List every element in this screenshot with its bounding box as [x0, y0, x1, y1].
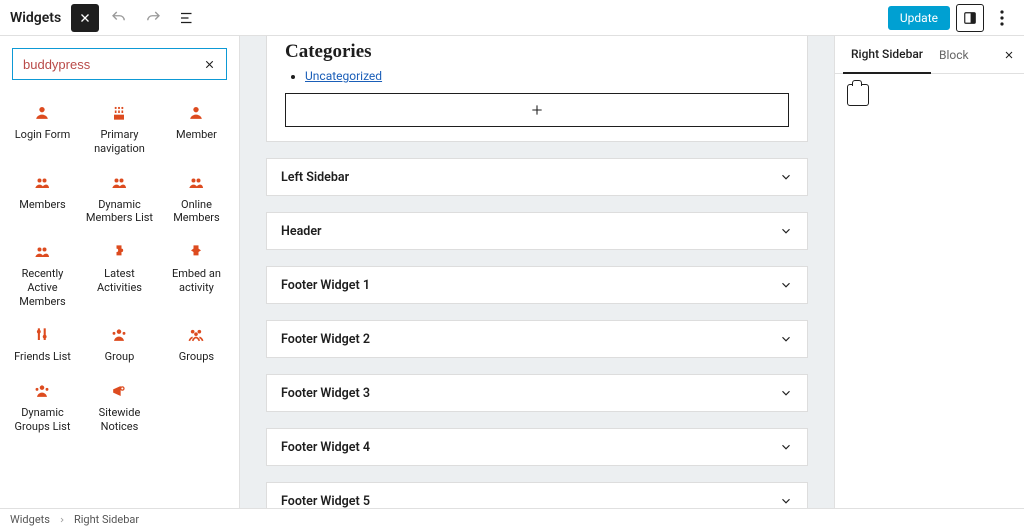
- cake-icon: [108, 102, 130, 124]
- block-option-group[interactable]: Group: [81, 316, 158, 372]
- block-option-label: Latest Activities: [83, 267, 156, 295]
- block-option-label: Member: [176, 128, 217, 142]
- widget-area-footer-widget-1[interactable]: Footer Widget 1: [266, 266, 808, 304]
- breadcrumb: Widgets Right Sidebar: [0, 508, 1024, 530]
- update-button[interactable]: Update: [888, 6, 950, 30]
- close-inserter-button[interactable]: [71, 4, 99, 32]
- block-option-groups[interactable]: Groups: [158, 316, 235, 372]
- block-option-recently-active-members[interactable]: Recently Active Members: [4, 233, 81, 316]
- widget-area-right-sidebar-open: Categories Uncategorized: [266, 36, 808, 142]
- block-option-label: Embed an activity: [160, 267, 233, 295]
- megaphone-icon: [108, 380, 130, 402]
- chevron-down-icon: [779, 386, 793, 400]
- chevron-down-icon: [779, 224, 793, 238]
- breadcrumb-root[interactable]: Widgets: [10, 513, 50, 526]
- chevron-right-icon: [58, 516, 66, 524]
- widget-area-label: Footer Widget 3: [281, 386, 370, 401]
- block-option-label: Primary navigation: [83, 128, 156, 156]
- widget-area-label: Footer Widget 2: [281, 332, 370, 347]
- block-option-sitewide-notices[interactable]: Sitewide Notices: [81, 372, 158, 442]
- group-icon: [108, 324, 130, 346]
- embed-icon: [185, 241, 207, 263]
- block-option-label: Online Members: [160, 198, 233, 226]
- widget-area-footer-widget-3[interactable]: Footer Widget 3: [266, 374, 808, 412]
- widget-area-left-sidebar[interactable]: Left Sidebar: [266, 158, 808, 196]
- user-icon: [185, 102, 207, 124]
- widget-area-label: Footer Widget 5: [281, 494, 370, 509]
- chevron-down-icon: [779, 278, 793, 292]
- block-option-label: Dynamic Groups List: [6, 406, 79, 434]
- editor-canvas: Categories Uncategorized Left Sidebar Hea…: [240, 36, 834, 508]
- settings-panel-toggle[interactable]: [956, 4, 984, 32]
- widget-area-footer-widget-2[interactable]: Footer Widget 2: [266, 320, 808, 358]
- widget-area-icon: [847, 84, 869, 106]
- block-option-login-form[interactable]: Login Form: [4, 94, 81, 164]
- widget-area-footer-widget-4[interactable]: Footer Widget 4: [266, 428, 808, 466]
- widget-area-header[interactable]: Header: [266, 212, 808, 250]
- block-option-members[interactable]: Members: [4, 164, 81, 234]
- block-option-label: Friends List: [14, 350, 71, 364]
- tab-block[interactable]: Block: [931, 36, 977, 74]
- block-option-label: Group: [105, 350, 135, 364]
- block-option-latest-activities[interactable]: Latest Activities: [81, 233, 158, 316]
- block-option-online-members[interactable]: Online Members: [158, 164, 235, 234]
- block-option-primary-navigation[interactable]: Primary navigation: [81, 94, 158, 164]
- block-option-embed-an-activity[interactable]: Embed an activity: [158, 233, 235, 316]
- block-option-dynamic-members-list[interactable]: Dynamic Members List: [81, 164, 158, 234]
- chevron-down-icon: [779, 440, 793, 454]
- tab-widget-area[interactable]: Right Sidebar: [843, 36, 931, 74]
- block-option-member[interactable]: Member: [158, 94, 235, 164]
- groups-icon: [185, 324, 207, 346]
- widget-area-label: Header: [281, 224, 322, 239]
- close-settings-button[interactable]: [1000, 46, 1018, 64]
- block-inserter-panel: Login Form Primary navigation Member Member…: [0, 36, 240, 508]
- users-icon: [31, 241, 53, 263]
- settings-panel: Right Sidebar Block: [834, 36, 1024, 508]
- users-icon: [185, 172, 207, 194]
- widget-area-label: Footer Widget 4: [281, 440, 370, 455]
- widget-area-label: Footer Widget 1: [281, 278, 370, 293]
- block-option-label: Login Form: [15, 128, 70, 142]
- users-icon: [108, 172, 130, 194]
- widget-area-label: Left Sidebar: [281, 170, 349, 185]
- block-option-dynamic-groups-list[interactable]: Dynamic Groups List: [4, 372, 81, 442]
- topbar: Widgets Update: [0, 0, 1024, 36]
- block-option-label: Groups: [179, 350, 214, 364]
- document-overview-button[interactable]: [173, 4, 201, 32]
- block-search-input[interactable]: [21, 56, 201, 73]
- widget-area-footer-widget-5[interactable]: Footer Widget 5: [266, 482, 808, 508]
- categories-heading: Categories: [285, 41, 789, 63]
- more-options-button[interactable]: [990, 4, 1014, 32]
- add-block-button[interactable]: [285, 93, 789, 127]
- page-title: Widgets: [10, 10, 61, 26]
- category-link-uncategorized[interactable]: Uncategorized: [305, 69, 382, 83]
- clear-search-button[interactable]: [201, 55, 218, 73]
- block-option-label: Dynamic Members List: [83, 198, 156, 226]
- chevron-down-icon: [779, 332, 793, 346]
- block-option-friends-list[interactable]: Friends List: [4, 316, 81, 372]
- chevron-down-icon: [779, 494, 793, 508]
- user-icon: [31, 102, 53, 124]
- undo-button[interactable]: [105, 4, 133, 32]
- breadcrumb-current: Right Sidebar: [74, 513, 139, 526]
- block-search: [12, 48, 227, 80]
- block-option-label: Sitewide Notices: [83, 406, 156, 434]
- redo-button[interactable]: [139, 4, 167, 32]
- chevron-down-icon: [779, 170, 793, 184]
- group-icon: [31, 380, 53, 402]
- sliders-icon: [31, 324, 53, 346]
- puzzle-icon: [108, 241, 130, 263]
- block-option-label: Members: [19, 198, 66, 212]
- users-icon: [31, 172, 53, 194]
- block-option-label: Recently Active Members: [6, 267, 79, 308]
